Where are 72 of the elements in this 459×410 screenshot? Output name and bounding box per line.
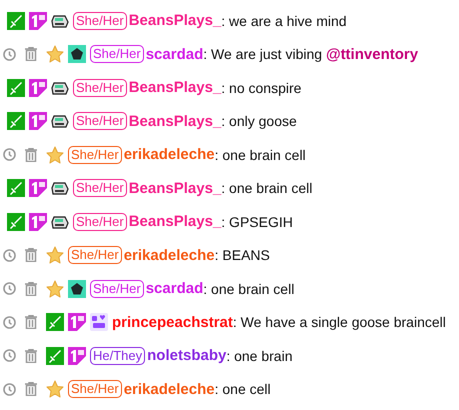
star-icon	[46, 246, 64, 264]
pronoun-tag: She/Her	[90, 280, 144, 298]
message-text: : one brain cell	[221, 180, 312, 196]
pronoun-tag: She/Her	[73, 12, 127, 30]
message-text: : one brain cell	[214, 146, 306, 163]
star-icon	[46, 280, 64, 298]
sword-badge-icon	[7, 112, 25, 130]
clock-icon[interactable]	[3, 382, 16, 396]
username[interactable]: erikadeleche	[124, 146, 215, 164]
message-text: : BEANS	[214, 247, 270, 264]
trash-icon[interactable]	[25, 148, 37, 162]
pronoun-tag: She/Her	[68, 146, 122, 164]
first-badge-icon	[29, 212, 47, 231]
trash-icon[interactable]	[25, 348, 37, 363]
first-badge-icon	[29, 179, 47, 198]
username[interactable]: princepeachstrat	[112, 314, 233, 331]
sword-badge-icon	[46, 313, 64, 332]
pronoun-tag: She/Her	[68, 246, 122, 264]
clock-icon[interactable]	[3, 282, 16, 296]
pentagon-badge-icon	[68, 280, 86, 298]
username[interactable]: erikadeleche	[124, 380, 215, 398]
username[interactable]: BeansPlays_	[128, 12, 222, 30]
sword-badge-icon	[7, 78, 25, 97]
username[interactable]: scardad	[146, 280, 204, 298]
pronoun-tag: She/Her	[73, 212, 127, 231]
username[interactable]: erikadeleche	[124, 246, 215, 264]
pronoun-tag: He/They	[90, 346, 146, 365]
first-badge-icon	[29, 112, 47, 130]
username[interactable]: noletsbaby	[147, 347, 226, 364]
username[interactable]: scardad	[146, 46, 204, 63]
pentagon-badge-icon	[68, 45, 86, 64]
star-icon	[46, 146, 64, 164]
pronoun-tag: She/Her	[73, 179, 127, 198]
pronoun-tag: She/Her	[73, 112, 127, 130]
clock-icon[interactable]	[3, 349, 16, 362]
mention-link[interactable]: @ttinventory	[326, 46, 418, 63]
message-text: : one cell	[214, 381, 271, 398]
trash-icon[interactable]	[25, 47, 37, 62]
trash-icon[interactable]	[25, 315, 37, 330]
clock-icon[interactable]	[3, 48, 16, 61]
message-text: : we are a hive mind	[221, 12, 347, 29]
heart-badge-icon	[90, 313, 108, 332]
clock-icon[interactable]	[3, 316, 16, 329]
username[interactable]: BeansPlays_	[128, 112, 222, 130]
pronoun-tag: She/Her	[73, 78, 127, 97]
message-text: : one brain	[226, 348, 292, 364]
first-badge-icon	[29, 78, 47, 97]
message-text: : We have a single goose braincell	[232, 314, 446, 330]
trash-icon[interactable]	[25, 282, 37, 296]
sword-badge-icon	[7, 12, 25, 30]
sword-badge-icon	[46, 346, 64, 365]
username[interactable]: BeansPlays_	[128, 180, 222, 197]
first-badge-icon	[68, 346, 86, 365]
username[interactable]: BeansPlays_	[128, 79, 222, 96]
clock-icon[interactable]	[3, 148, 16, 162]
message-text: : We are just vibing	[203, 46, 324, 62]
pronoun-tag: She/Her	[68, 380, 122, 398]
sword-badge-icon	[7, 212, 25, 231]
star-icon	[46, 380, 64, 398]
trash-icon[interactable]	[25, 382, 37, 396]
message-text: : one brain cell	[203, 280, 294, 297]
star-icon	[46, 45, 64, 64]
message-text: : no conspire	[221, 80, 302, 96]
sword-badge-icon	[7, 179, 25, 198]
first-badge-icon	[68, 313, 86, 332]
message-text: : GPSEGIH	[221, 214, 293, 230]
username[interactable]: BeansPlays_	[128, 213, 222, 230]
pronoun-tag: She/Her	[90, 45, 144, 64]
first-badge-icon	[29, 12, 47, 30]
trash-icon[interactable]	[25, 248, 37, 262]
clock-icon[interactable]	[3, 248, 16, 262]
message-text: : only goose	[221, 113, 297, 130]
